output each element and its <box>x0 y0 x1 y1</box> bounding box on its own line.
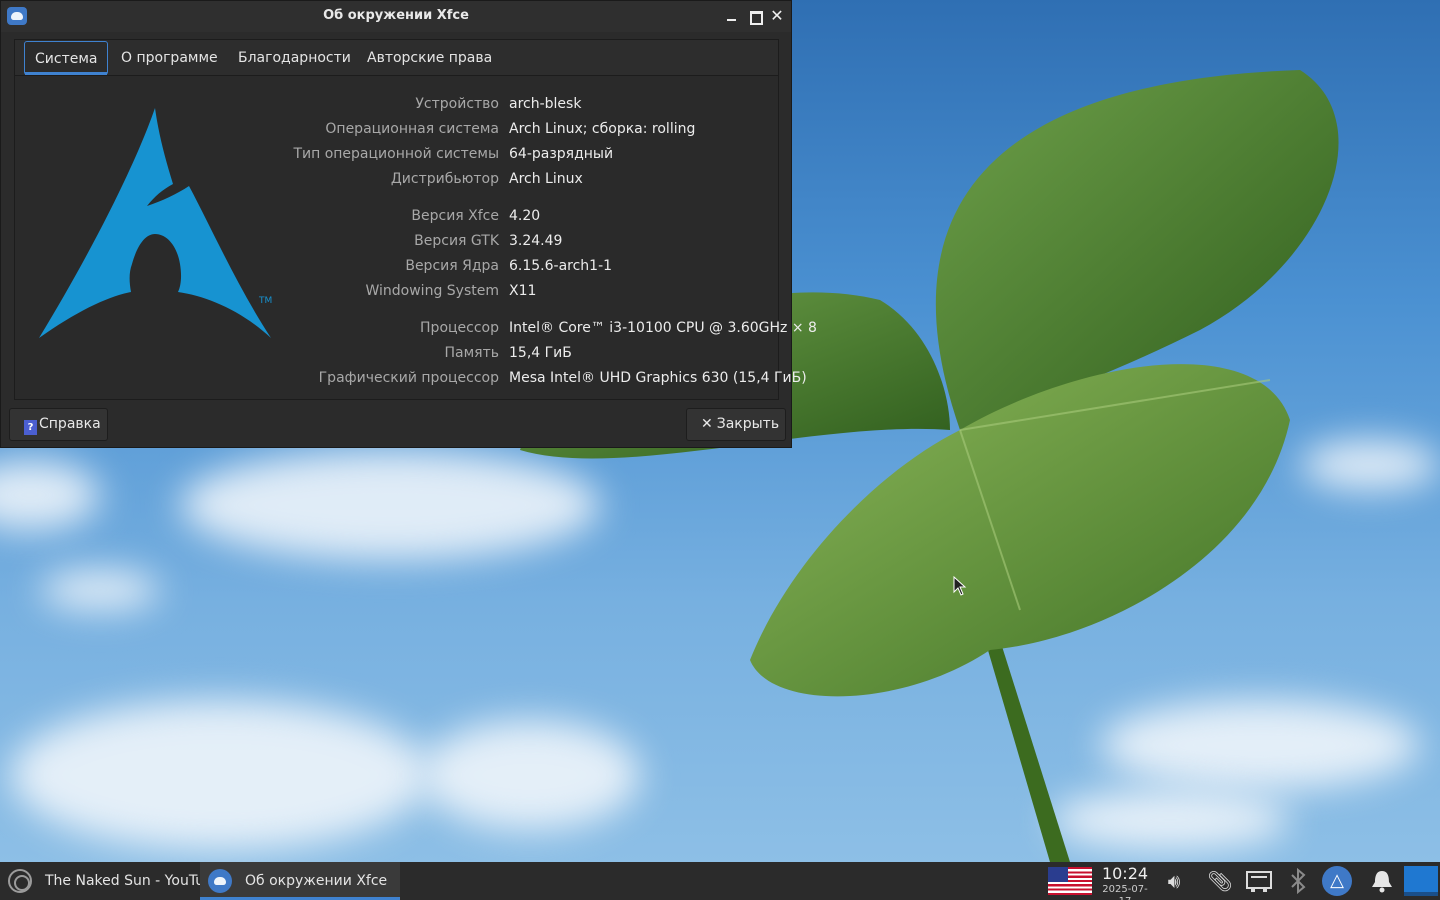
taskbar: The Naked Sun - YouTu... Об окружении Xf… <box>0 862 1440 900</box>
notification-bell-icon[interactable] <box>1368 868 1396 894</box>
info-row: Версия GTK 3.24.49 <box>255 233 775 253</box>
minimize-button[interactable] <box>723 6 741 26</box>
info-value: 3.24.49 <box>509 233 563 249</box>
clock[interactable]: 10:24 2025-07-17 <box>1097 864 1153 900</box>
info-key: Версия Xfce <box>411 208 499 224</box>
tab-about[interactable]: О программе <box>111 41 228 75</box>
taskbar-item-about-xfce[interactable]: Об окружении Xfce <box>200 862 400 900</box>
close-button-label: Закрыть <box>716 416 780 432</box>
paperclip-icon[interactable]: 📎︎ <box>1206 868 1234 894</box>
info-value: Intel® Core™ i3-10100 CPU @ 3.60GHz × 8 <box>509 320 817 336</box>
close-button[interactable]: ✕ Закрыть <box>686 408 786 441</box>
info-row: Графический процессор Mesa Intel® UHD Gr… <box>255 370 807 390</box>
info-value: Arch Linux; сборка: rolling <box>509 121 696 137</box>
info-key: Память <box>444 345 500 361</box>
info-key: Windowing System <box>365 283 499 299</box>
tab-copyright[interactable]: Авторские права <box>357 41 502 75</box>
info-key: Дистрибьютор <box>390 171 499 187</box>
info-row: Устройство arch-blesk <box>255 96 775 116</box>
bluetooth-icon[interactable] <box>1284 867 1312 895</box>
about-xfce-dialog: Об окружении Xfce ✕ Система О программе … <box>0 0 817 448</box>
help-button-label: Справка <box>39 416 101 432</box>
info-value: 4.20 <box>509 208 541 224</box>
help-button[interactable]: ? Справка <box>9 408 108 441</box>
taskbar-item-youtube[interactable]: The Naked Sun - YouTu... <box>0 862 217 900</box>
tab-system[interactable]: Система <box>24 41 109 75</box>
info-row: Процессор Intel® Core™ i3-10100 CPU @ 3.… <box>255 320 817 340</box>
info-key: Версия Ядра <box>405 258 499 274</box>
network-icon[interactable] <box>1245 868 1273 894</box>
info-value: 64-разрядный <box>509 146 614 162</box>
info-value: 15,4 ГиБ <box>509 345 572 361</box>
clock-time: 10:24 <box>1101 864 1149 883</box>
info-key: Процессор <box>420 320 499 336</box>
info-key: Устройство <box>415 96 499 112</box>
info-row: Память 15,4 ГиБ <box>255 345 775 365</box>
info-row: Операционная система Arch Linux; сборка:… <box>255 121 775 141</box>
info-row: Версия Ядра 6.15.6-arch1-1 <box>255 258 775 278</box>
taskbar-item-label: The Naked Sun - YouTu... <box>45 873 218 889</box>
maximize-button[interactable] <box>746 6 764 26</box>
mouse-cursor-icon <box>953 576 967 596</box>
info-row: Windowing System X11 <box>255 283 775 303</box>
browser-icon <box>8 869 32 893</box>
info-value: Mesa Intel® UHD Graphics 630 (15,4 ГиБ) <box>509 370 807 386</box>
clock-date: 2025-07-17 <box>1102 884 1148 900</box>
info-value: 6.15.6-arch1-1 <box>509 258 613 274</box>
tab-notebook: Система О программе Благодарности Авторс… <box>14 39 817 400</box>
info-value: arch-blesk <box>509 96 582 112</box>
close-icon: ✕ <box>701 416 713 432</box>
close-window-button[interactable]: ✕ <box>768 6 786 26</box>
help-icon: ? <box>24 420 37 435</box>
info-key: Операционная система <box>325 121 499 137</box>
info-value: Arch Linux <box>509 171 583 187</box>
info-key: Графический процессор <box>318 370 499 386</box>
window-title: Об окружении Xfce <box>323 8 469 23</box>
tab-credits[interactable]: Благодарности <box>228 41 361 75</box>
info-value: X11 <box>509 283 537 299</box>
us-flag-icon[interactable] <box>1048 867 1092 895</box>
arch-update-icon[interactable]: △ <box>1322 866 1352 896</box>
show-desktop-icon[interactable] <box>1404 866 1438 896</box>
info-row: Тип операционной системы 64-разрядный <box>255 146 775 166</box>
volume-icon[interactable]: 🔊︎ <box>1160 868 1188 894</box>
title-bar[interactable]: Об окружении Xfce ✕ <box>1 1 791 32</box>
info-row: Версия Xfce 4.20 <box>255 208 775 228</box>
info-key: Версия GTK <box>414 233 499 249</box>
taskbar-item-label: Об окружении Xfce <box>245 873 388 889</box>
info-row: Дистрибьютор Arch Linux <box>255 171 775 191</box>
tab-bar: Система О программе Благодарности Авторс… <box>15 40 778 76</box>
arch-logo: TM <box>39 108 272 338</box>
info-key: Тип операционной системы <box>293 146 499 162</box>
xfce-mouse-icon <box>208 869 232 893</box>
